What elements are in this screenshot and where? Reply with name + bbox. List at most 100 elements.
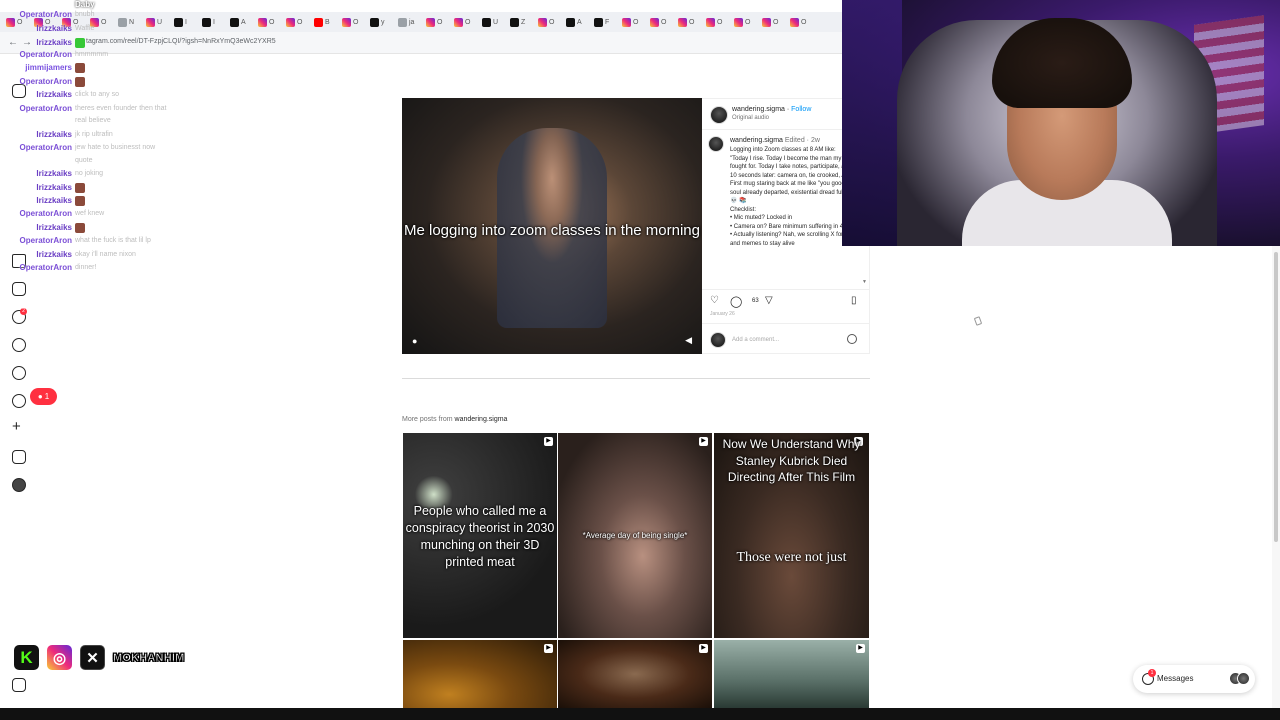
search-icon[interactable] (12, 338, 26, 352)
emoji-icon[interactable] (847, 334, 857, 344)
divider (702, 289, 869, 290)
follow-button[interactable]: Follow (791, 106, 811, 113)
comment-icon[interactable]: ◯ (730, 295, 742, 308)
browser-tab[interactable]: O (426, 14, 452, 30)
profile-avatar[interactable] (12, 478, 26, 492)
chat-text: jk rip ultrafin (75, 131, 113, 138)
browser-tab-label: O (745, 18, 751, 26)
reels-icon[interactable] (12, 282, 26, 296)
x-favicon-icon (482, 17, 491, 27)
browser-tab-label: O (549, 18, 555, 26)
forward-arrow-icon[interactable]: → (22, 37, 32, 48)
caption-avatar[interactable] (708, 136, 724, 152)
browser-tab-label: O (437, 18, 443, 26)
back-arrow-icon[interactable]: ← (8, 37, 18, 48)
caption-username[interactable]: wandering.sigma (730, 137, 783, 144)
messages-button[interactable]: 1 Messages (1133, 665, 1255, 693)
browser-tab[interactable]: O (678, 14, 704, 30)
browser-tab[interactable]: O (790, 14, 816, 30)
comment-input[interactable]: Add a comment... (732, 337, 779, 343)
grid-post-5[interactable]: ▶ (558, 640, 712, 708)
mute-icon[interactable]: ◀ (685, 335, 692, 346)
chat-text (75, 196, 85, 207)
browser-tab[interactable]: N (118, 14, 144, 30)
scroll-down-icon[interactable]: ▼ (862, 279, 867, 285)
chat-emote-icon (75, 63, 85, 73)
browser-tab-label: O (353, 18, 359, 26)
chat-text: Waffle (75, 25, 95, 32)
browser-tab[interactable]: F (594, 14, 620, 30)
browser-tab[interactable]: O (762, 14, 788, 30)
chat-text: jew hate to businesst now (75, 144, 156, 151)
grid-post-1[interactable]: ▶ People who called me a conspiracy theo… (403, 433, 557, 638)
browser-tab-label: O (465, 18, 471, 26)
x-favicon-icon (510, 17, 519, 27)
browser-tab[interactable]: O (454, 14, 480, 30)
browser-tab[interactable]: O (538, 14, 564, 30)
chat-username: OperatorAron (19, 236, 72, 245)
browser-tab[interactable]: I (174, 14, 200, 30)
browser-tab[interactable]: O (286, 14, 312, 30)
author-header: wandering.sigma · Follow (732, 106, 812, 113)
browser-tab[interactable]: A (566, 14, 592, 30)
chat-text (75, 38, 85, 49)
explore-compass-icon[interactable] (12, 366, 26, 380)
x-favicon-icon (566, 17, 575, 27)
chat-text: theres even founder then that (75, 105, 167, 112)
chat-text: wef knew (75, 210, 105, 217)
browser-tab[interactable]: B (314, 14, 340, 30)
browser-tab[interactable]: ja (398, 14, 424, 30)
browser-tab-label: O (689, 18, 695, 26)
browser-tab-label: O (801, 18, 807, 26)
author-username[interactable]: wandering.sigma (732, 106, 785, 113)
instagram-favicon-icon (454, 17, 463, 27)
section-divider (402, 378, 870, 379)
browser-tab[interactable]: I (202, 14, 228, 30)
chat-username: OperatorAron (19, 209, 72, 218)
instagram-favicon-icon (426, 17, 435, 27)
thumbnail (403, 640, 557, 708)
reel-video[interactable]: Me logging into zoom classes in the morn… (402, 98, 702, 354)
like-heart-icon[interactable]: ♡ (710, 295, 719, 306)
chat-username: OperatorAron (19, 10, 72, 19)
instagram-favicon-icon (734, 17, 743, 27)
address-bar[interactable]: ← → tagram.com/reel/DT-FzpjCLQI/?igsh=Nn… (0, 32, 842, 54)
browser-tab[interactable]: O (706, 14, 732, 30)
create-plus-icon[interactable]: + (12, 419, 21, 434)
browser-tab[interactable]: O (650, 14, 676, 30)
browser-tab-label: O (717, 18, 723, 26)
browser-tab-label: I (213, 18, 215, 26)
url-text[interactable]: tagram.com/reel/DT-FzpjCLQI/?igsh=NnRxYm… (86, 38, 276, 45)
share-icon[interactable]: ▽ (765, 295, 773, 306)
save-bookmark-icon[interactable]: ▯ (851, 295, 857, 306)
audio-label[interactable]: Original audio (732, 115, 769, 121)
grid-post-3[interactable]: ▶ Now We Understand Why Stanley Kubrick … (714, 433, 869, 638)
browser-tab[interactable]: U (146, 14, 172, 30)
dashboard-icon[interactable] (12, 450, 26, 464)
grid-post-6[interactable]: ▶ (714, 640, 869, 708)
chat-emote-icon (75, 77, 85, 87)
chat-text (75, 223, 85, 234)
browser-tab[interactable]: U (482, 14, 508, 30)
post-date: January 26 (710, 311, 735, 317)
chat-username: Irizzkaiks (36, 130, 72, 139)
scrollbar-thumb[interactable] (1274, 252, 1278, 542)
tagged-user-icon[interactable]: ● (412, 336, 417, 346)
browser-tab[interactable]: O (342, 14, 368, 30)
browser-tab[interactable]: O (258, 14, 284, 30)
author-avatar[interactable] (710, 106, 728, 124)
chat-text: quote (75, 157, 93, 164)
x-favicon-icon (230, 17, 239, 27)
browser-tab[interactable]: O (622, 14, 648, 30)
browser-tab[interactable]: Z (510, 14, 536, 30)
more-posts-username[interactable]: wandering.sigma (455, 416, 508, 423)
browser-tab[interactable]: A (230, 14, 256, 30)
browser-tab[interactable]: y (370, 14, 396, 30)
streamer-handle: MOKHANHIM (113, 651, 185, 664)
more-menu-icon[interactable] (12, 678, 26, 692)
notifications-heart-icon[interactable] (12, 394, 26, 408)
grid-post-2[interactable]: ▶ *Average day of being single* (558, 433, 712, 638)
browser-tab[interactable]: O (734, 14, 760, 30)
grid-post-4[interactable]: ▶ (403, 640, 557, 708)
notifications-count-badge[interactable]: ● 1 (30, 388, 57, 405)
